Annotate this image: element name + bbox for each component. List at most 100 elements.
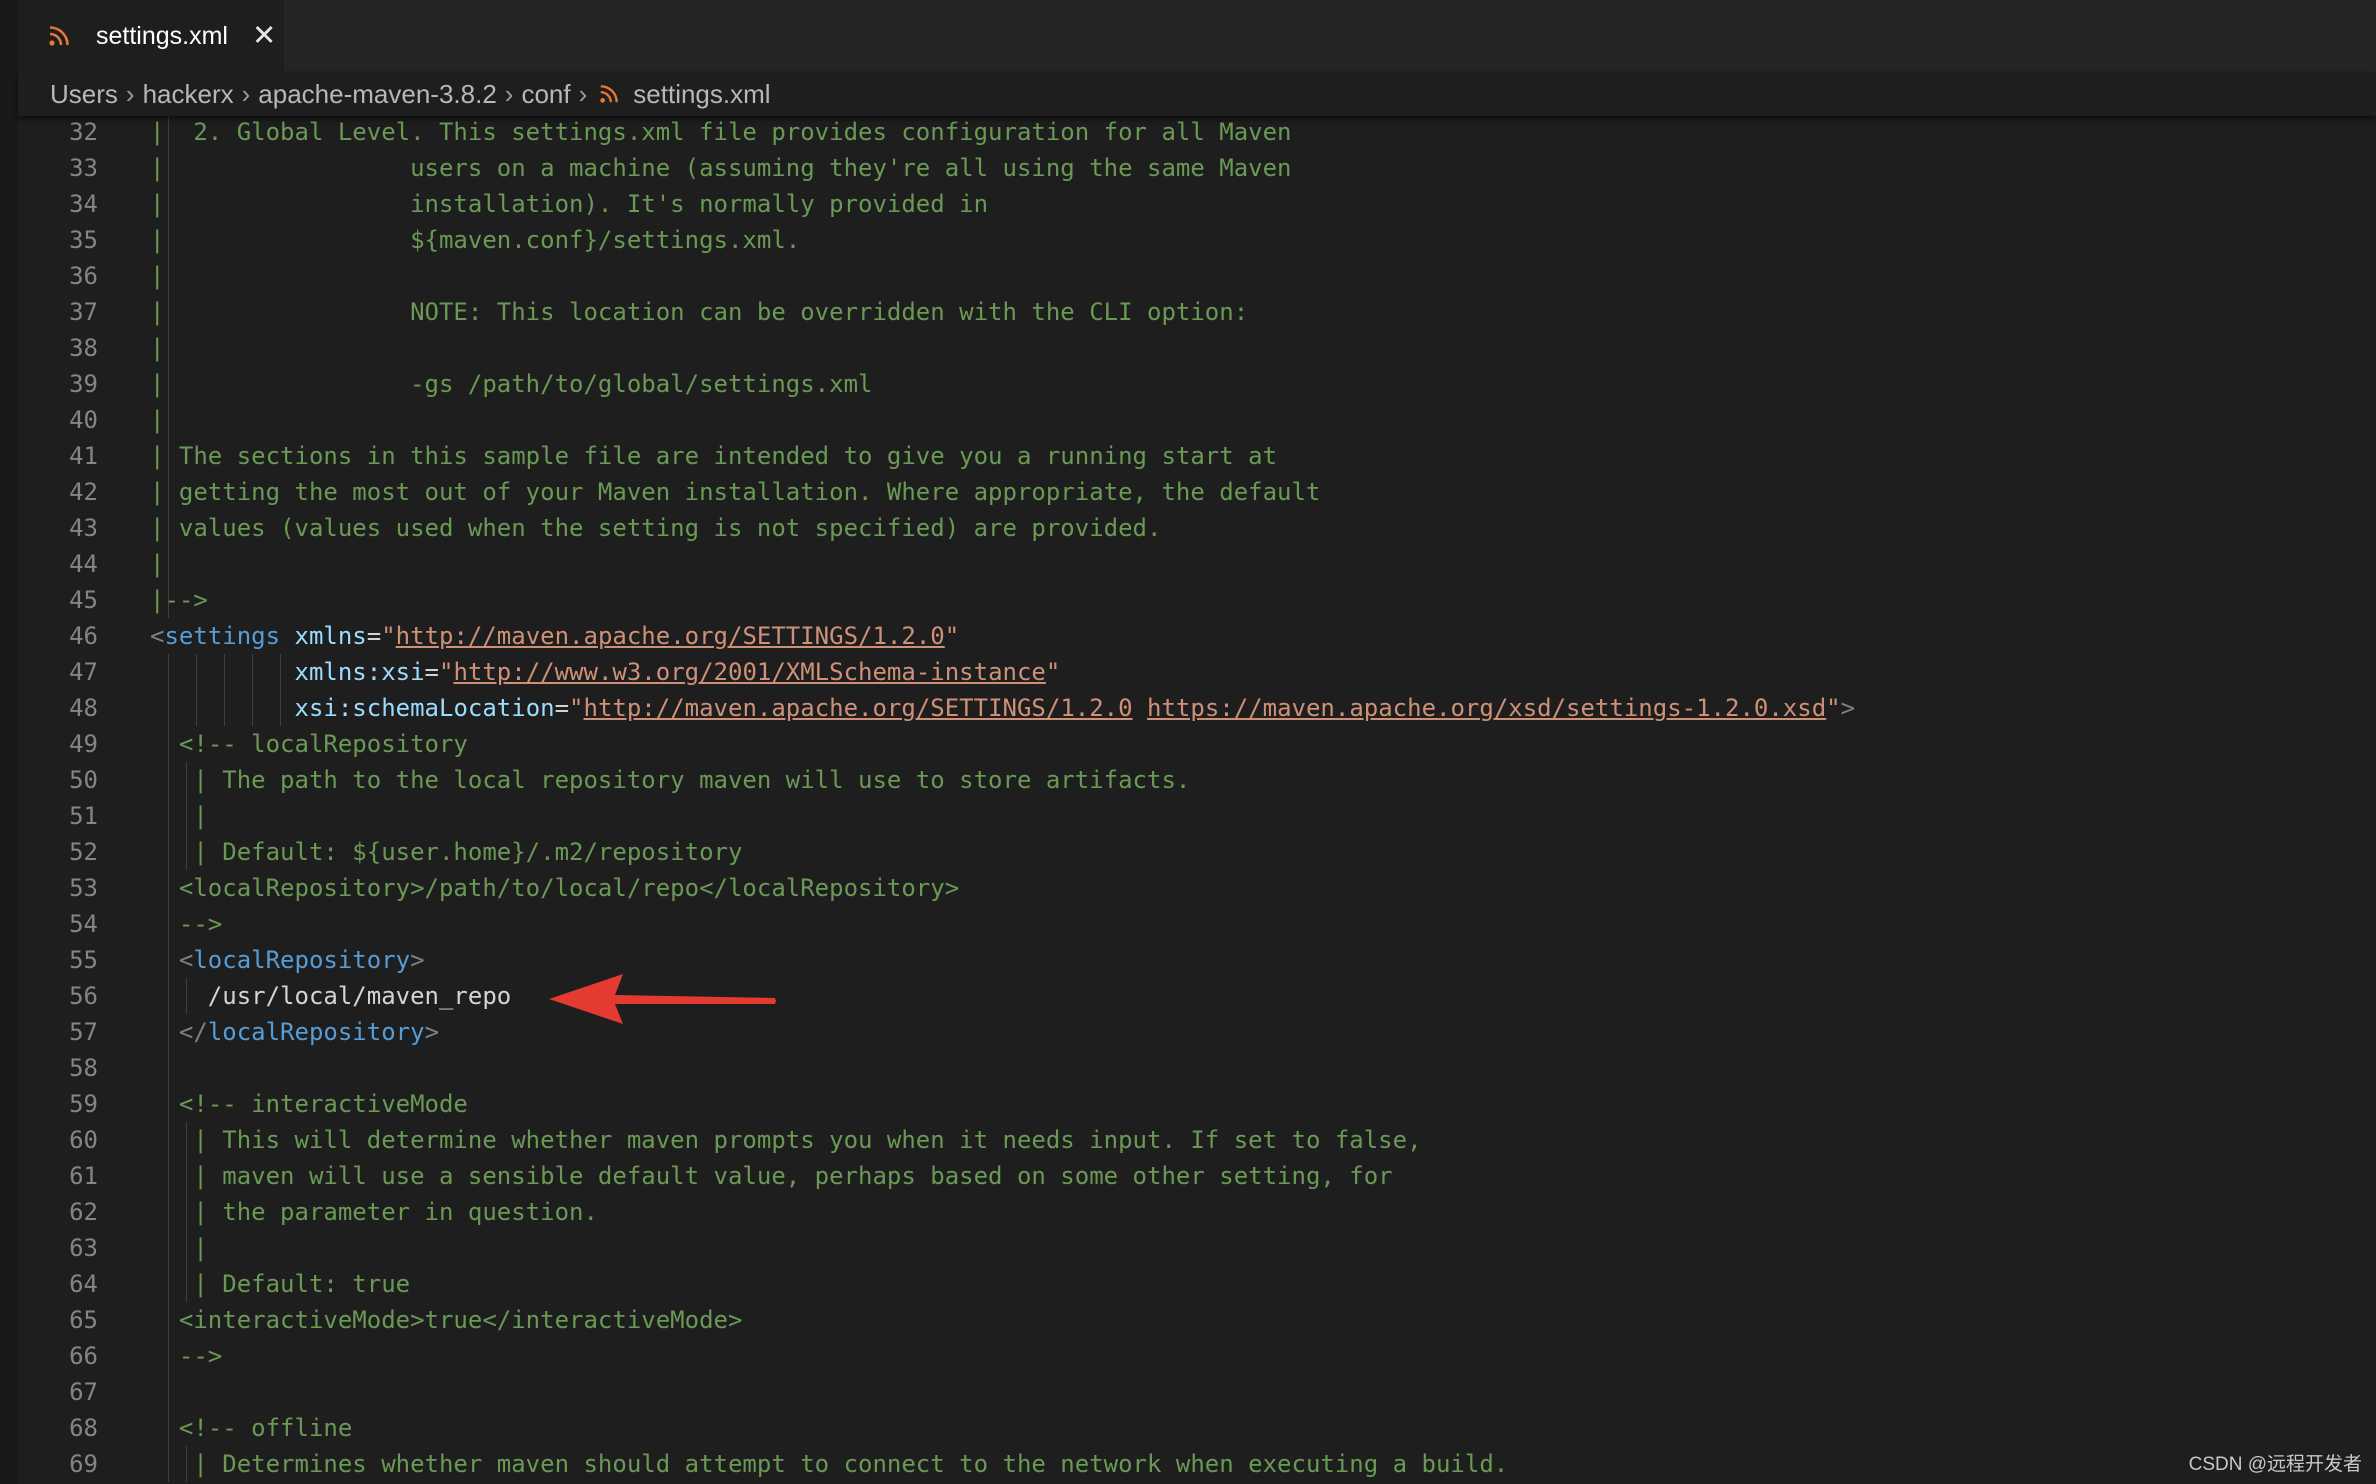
url-link[interactable]: http://maven.apache.org/SETTINGS/1.2.0 (396, 622, 945, 650)
code-content: |--> (150, 582, 208, 618)
code-line[interactable]: 50 | The path to the local repository ma… (18, 762, 2376, 798)
code-line[interactable]: 58 (18, 1050, 2376, 1086)
breadcrumb-apache-maven[interactable]: apache-maven-3.8.2 (258, 79, 496, 110)
attribute-name: xsi:schemaLocation (294, 694, 555, 722)
code-content: | 2. Global Level. This settings.xml fil… (150, 116, 1292, 150)
left-edge-strip (0, 0, 18, 1484)
red-arrow-icon (549, 974, 776, 1024)
code-content: <!-- interactiveMode (150, 1086, 468, 1122)
code-line[interactable]: 42 | getting the most out of your Maven i… (18, 474, 2376, 510)
code-content: </localRepository> (150, 1014, 439, 1050)
url-link[interactable]: http://www.w3.org/2001/XMLSchema-instanc… (453, 658, 1045, 686)
code-line[interactable]: 66 --> (18, 1338, 2376, 1374)
comment-text: <localRepository>/path/to/local/repo</lo… (150, 874, 960, 902)
code-line[interactable]: 68 <!-- offline (18, 1410, 2376, 1446)
tab-settings-xml[interactable]: settings.xml ✕ (18, 0, 284, 72)
code-text-plain: = (366, 622, 382, 650)
code-line[interactable]: 65 <interactiveMode>true</interactiveMod… (18, 1302, 2376, 1338)
comment-text: | (150, 550, 165, 578)
code-content: | (150, 402, 164, 438)
string-value (1133, 694, 1147, 722)
rss-file-icon (600, 85, 619, 103)
code-content: | the parameter in question. (150, 1194, 598, 1230)
line-number: 40 (69, 406, 98, 434)
code-line[interactable]: 60 | This will determine whether maven p… (18, 1122, 2376, 1158)
code-line[interactable]: 69 | Determines whether maven should att… (18, 1446, 2376, 1482)
code-line[interactable]: 62 | the parameter in question. (18, 1194, 2376, 1230)
indent-guide (168, 546, 169, 582)
code-line[interactable]: 41 | The sections in this sample file are… (18, 438, 2376, 474)
code-content: | (150, 1230, 208, 1266)
comment-text: | maven will use a sensible default valu… (150, 1162, 1393, 1190)
code-content: <interactiveMode>true</interactiveMode> (150, 1302, 743, 1338)
code-line[interactable]: 61 | maven will use a sensible default v… (18, 1158, 2376, 1194)
line-number: 68 (69, 1414, 98, 1442)
code-line[interactable]: 38 | (18, 330, 2376, 366)
comment-text: | The sections in this sample file are i… (150, 442, 1278, 470)
code-content: | ${maven.conf}/settings.xml. (150, 222, 800, 258)
indent-guide (168, 330, 169, 366)
chevron-right-icon: › (578, 78, 588, 109)
url-link[interactable]: http://maven.apache.org/SETTINGS/1.2.0 (584, 694, 1133, 722)
code-line[interactable]: 57 </localRepository> (18, 1014, 2376, 1050)
code-line[interactable]: 59 <!-- interactiveMode (18, 1086, 2376, 1122)
tag-name: localRepository (207, 1018, 425, 1046)
code-content: | Determines whether maven should attemp… (150, 1446, 1508, 1482)
comment-text: | getting the most out of your Maven ins… (150, 478, 1321, 506)
code-line[interactable]: 45 |--> (18, 582, 2376, 618)
comment-text: | values (values used when the setting i… (150, 514, 1162, 542)
code-line[interactable]: 55 <localRepository> (18, 942, 2376, 978)
code-line[interactable]: 36 | (18, 258, 2376, 294)
code-text-plain (150, 1018, 179, 1046)
code-content: | (150, 258, 164, 294)
code-line[interactable]: 51 | (18, 798, 2376, 834)
code-line[interactable]: 56 /usr/local/maven_repo (18, 978, 2376, 1014)
breadcrumb-hackerx[interactable]: hackerx (143, 79, 234, 110)
comment-text: | Default: true (150, 1270, 411, 1298)
code-line[interactable]: 47 xmlns:xsi="http://www.w3.org/2001/XML… (18, 654, 2376, 690)
string-value: " (439, 658, 454, 686)
code-content: | The path to the local repository maven… (150, 762, 1190, 798)
code-line[interactable]: 37 | NOTE: This location can be overridde… (18, 294, 2376, 330)
code-line[interactable]: 34 | installation). It's normally provide… (18, 186, 2376, 222)
comment-text: |--> (150, 586, 208, 614)
breadcrumb-users[interactable]: Users (50, 79, 118, 110)
code-editor[interactable]: 32 | 2. Global Level. This settings.xml f… (18, 116, 2376, 1484)
breadcrumb-conf[interactable]: conf (521, 79, 570, 110)
comment-text: | ${maven.conf}/settings.xml. (150, 226, 801, 254)
code-line[interactable]: 52 | Default: ${user.home}/.m2/repositor… (18, 834, 2376, 870)
code-line[interactable]: 63 | (18, 1230, 2376, 1266)
indent-guide (168, 1374, 169, 1410)
code-line[interactable]: 46 <settings xmlns="http://maven.apache.o… (18, 618, 2376, 654)
line-number: 34 (69, 190, 98, 218)
comment-text: | users on a machine (assuming they're a… (150, 154, 1292, 182)
code-content: | maven will use a sensible default valu… (150, 1158, 1393, 1194)
code-line[interactable]: 32 | 2. Global Level. This settings.xml f… (18, 116, 2376, 150)
code-content: | This will determine whether maven prom… (150, 1122, 1421, 1158)
code-content: | (150, 330, 164, 366)
code-line[interactable]: 53 <localRepository>/path/to/local/repo<… (18, 870, 2376, 906)
code-line[interactable]: 40 | (18, 402, 2376, 438)
code-line[interactable]: 48 xsi:schemaLocation="http://maven.apac… (18, 690, 2376, 726)
code-line[interactable]: 39 | -gs /path/to/global/settings.xml (18, 366, 2376, 402)
punctuation: < (150, 622, 165, 650)
code-line[interactable]: 49 <!-- localRepository (18, 726, 2376, 762)
comment-text: <!-- offline (150, 1414, 353, 1442)
code-line[interactable]: 44 | (18, 546, 2376, 582)
url-link[interactable]: https://maven.apache.org/xsd/settings-1.… (1147, 694, 1826, 722)
code-line[interactable]: 67 (18, 1374, 2376, 1410)
comment-text: --> (150, 910, 223, 938)
code-line[interactable]: 35 | ${maven.conf}/settings.xml. (18, 222, 2376, 258)
code-line[interactable]: 33 | users on a machine (assuming they're… (18, 150, 2376, 186)
line-number: 44 (69, 550, 98, 578)
breadcrumb-settings-xml[interactable]: settings.xml (633, 79, 770, 110)
code-line[interactable]: 54 --> (18, 906, 2376, 942)
comment-text: <interactiveMode>true</interactiveMode> (150, 1306, 743, 1334)
code-content: | installation). It's normally provided … (150, 186, 988, 222)
close-icon[interactable]: ✕ (252, 21, 276, 51)
line-number: 43 (69, 514, 98, 542)
line-number: 53 (69, 874, 98, 902)
code-line[interactable]: 64 | Default: true (18, 1266, 2376, 1302)
code-line[interactable]: 43 | values (values used when the setting… (18, 510, 2376, 546)
comment-text: | (150, 1234, 208, 1262)
